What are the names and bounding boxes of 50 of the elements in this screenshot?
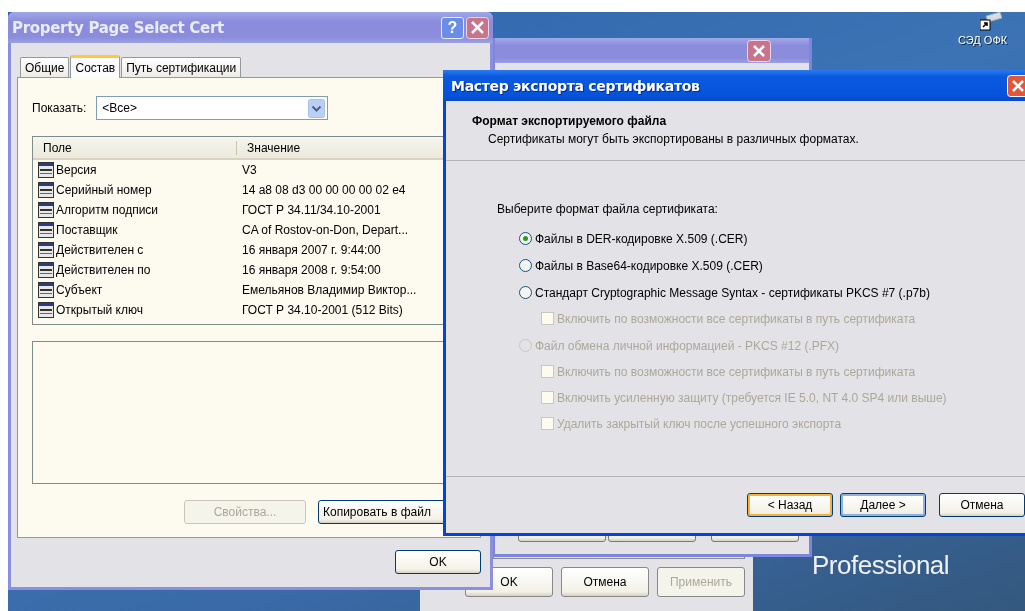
wizard-button[interactable]: < Назад [747, 493, 833, 517]
tab[interactable]: Состав [70, 55, 121, 78]
table-cell[interactable]: ГОСТ Р 34.10-2001 (512 Bits) [242, 303, 403, 317]
table-cell[interactable]: Действителен по [56, 263, 151, 277]
os-edition-text: Professional [812, 550, 950, 581]
radio-button[interactable] [519, 232, 532, 245]
table-cell[interactable]: 16 января 2007 г. 9:44:00 [242, 243, 381, 257]
show-dropdown[interactable]: <Все> [96, 96, 329, 120]
table-cell[interactable]: 14 a8 08 d3 00 00 00 00 02 e4 [242, 183, 406, 197]
show-label: Показать: [32, 101, 87, 115]
field-icon [38, 202, 54, 218]
wizard-button[interactable]: Далее > [840, 493, 926, 517]
field-icon [38, 222, 54, 238]
table-cell[interactable]: Действителен с [56, 243, 144, 257]
field-icon [38, 282, 54, 298]
format-prompt: Выберите формат файла сертификата: [497, 202, 719, 216]
window-title: Property Page Select Cert [12, 18, 224, 37]
table-cell[interactable]: Поставщик [56, 223, 118, 237]
column-header[interactable]: Поле [33, 140, 237, 155]
table-cell[interactable]: Открытый ключ [56, 303, 143, 317]
field-icon [38, 262, 54, 278]
radio-label[interactable]: Файлы в Base64-кодировке X.509 (.CER) [535, 258, 763, 273]
wizard-button[interactable]: Отмена [939, 493, 1025, 517]
table-cell[interactable]: 16 января 2008 г. 9:54:00 [242, 263, 381, 277]
radio-label[interactable]: Файлы в DER-кодировке X.509 (.CER) [535, 231, 748, 246]
table-cell[interactable]: Алгоритм подписи [56, 203, 159, 217]
column-header[interactable]: Значение [237, 140, 301, 155]
table-cell[interactable]: Версия [56, 163, 97, 177]
page-subtitle: Сертификаты могут быть экспортированы в различных форматах. [487, 132, 860, 146]
radio-button[interactable] [519, 259, 532, 272]
table-cell[interactable]: V3 [242, 163, 257, 177]
page-heading: Формат экспортируемого файла [472, 114, 668, 128]
tab[interactable]: Путь сертификации [121, 57, 242, 77]
dialog-button[interactable]: Отмена [561, 567, 649, 597]
table-cell[interactable]: CA of Rostov-on-Don, Depart... [242, 223, 409, 237]
table-cell[interactable]: ГОСТ Р 34.11/34.10-2001 [242, 203, 381, 217]
shortcut-icon[interactable] [980, 12, 1002, 32]
table-cell[interactable]: Субъект [56, 283, 103, 297]
table-cell[interactable]: Серийный номер [56, 183, 152, 197]
radio-button[interactable] [519, 286, 532, 299]
window-title: Мастер экспорта сертификатов [451, 77, 700, 94]
field-icon [38, 182, 54, 198]
field-icon [38, 162, 54, 178]
tab[interactable]: Общие [20, 57, 70, 77]
ok-button[interactable]: OK [395, 550, 481, 574]
field-icon [38, 242, 54, 258]
table-cell[interactable]: Емельянов Владимир Виктор... [242, 283, 417, 297]
field-icon [38, 302, 54, 318]
desktop-icon-label[interactable]: СЭД ОФК [958, 34, 1008, 46]
radio-label[interactable]: Стандарт Cryptographic Message Syntax - сертификаты PKCS #7 (.p7b) [535, 285, 930, 300]
